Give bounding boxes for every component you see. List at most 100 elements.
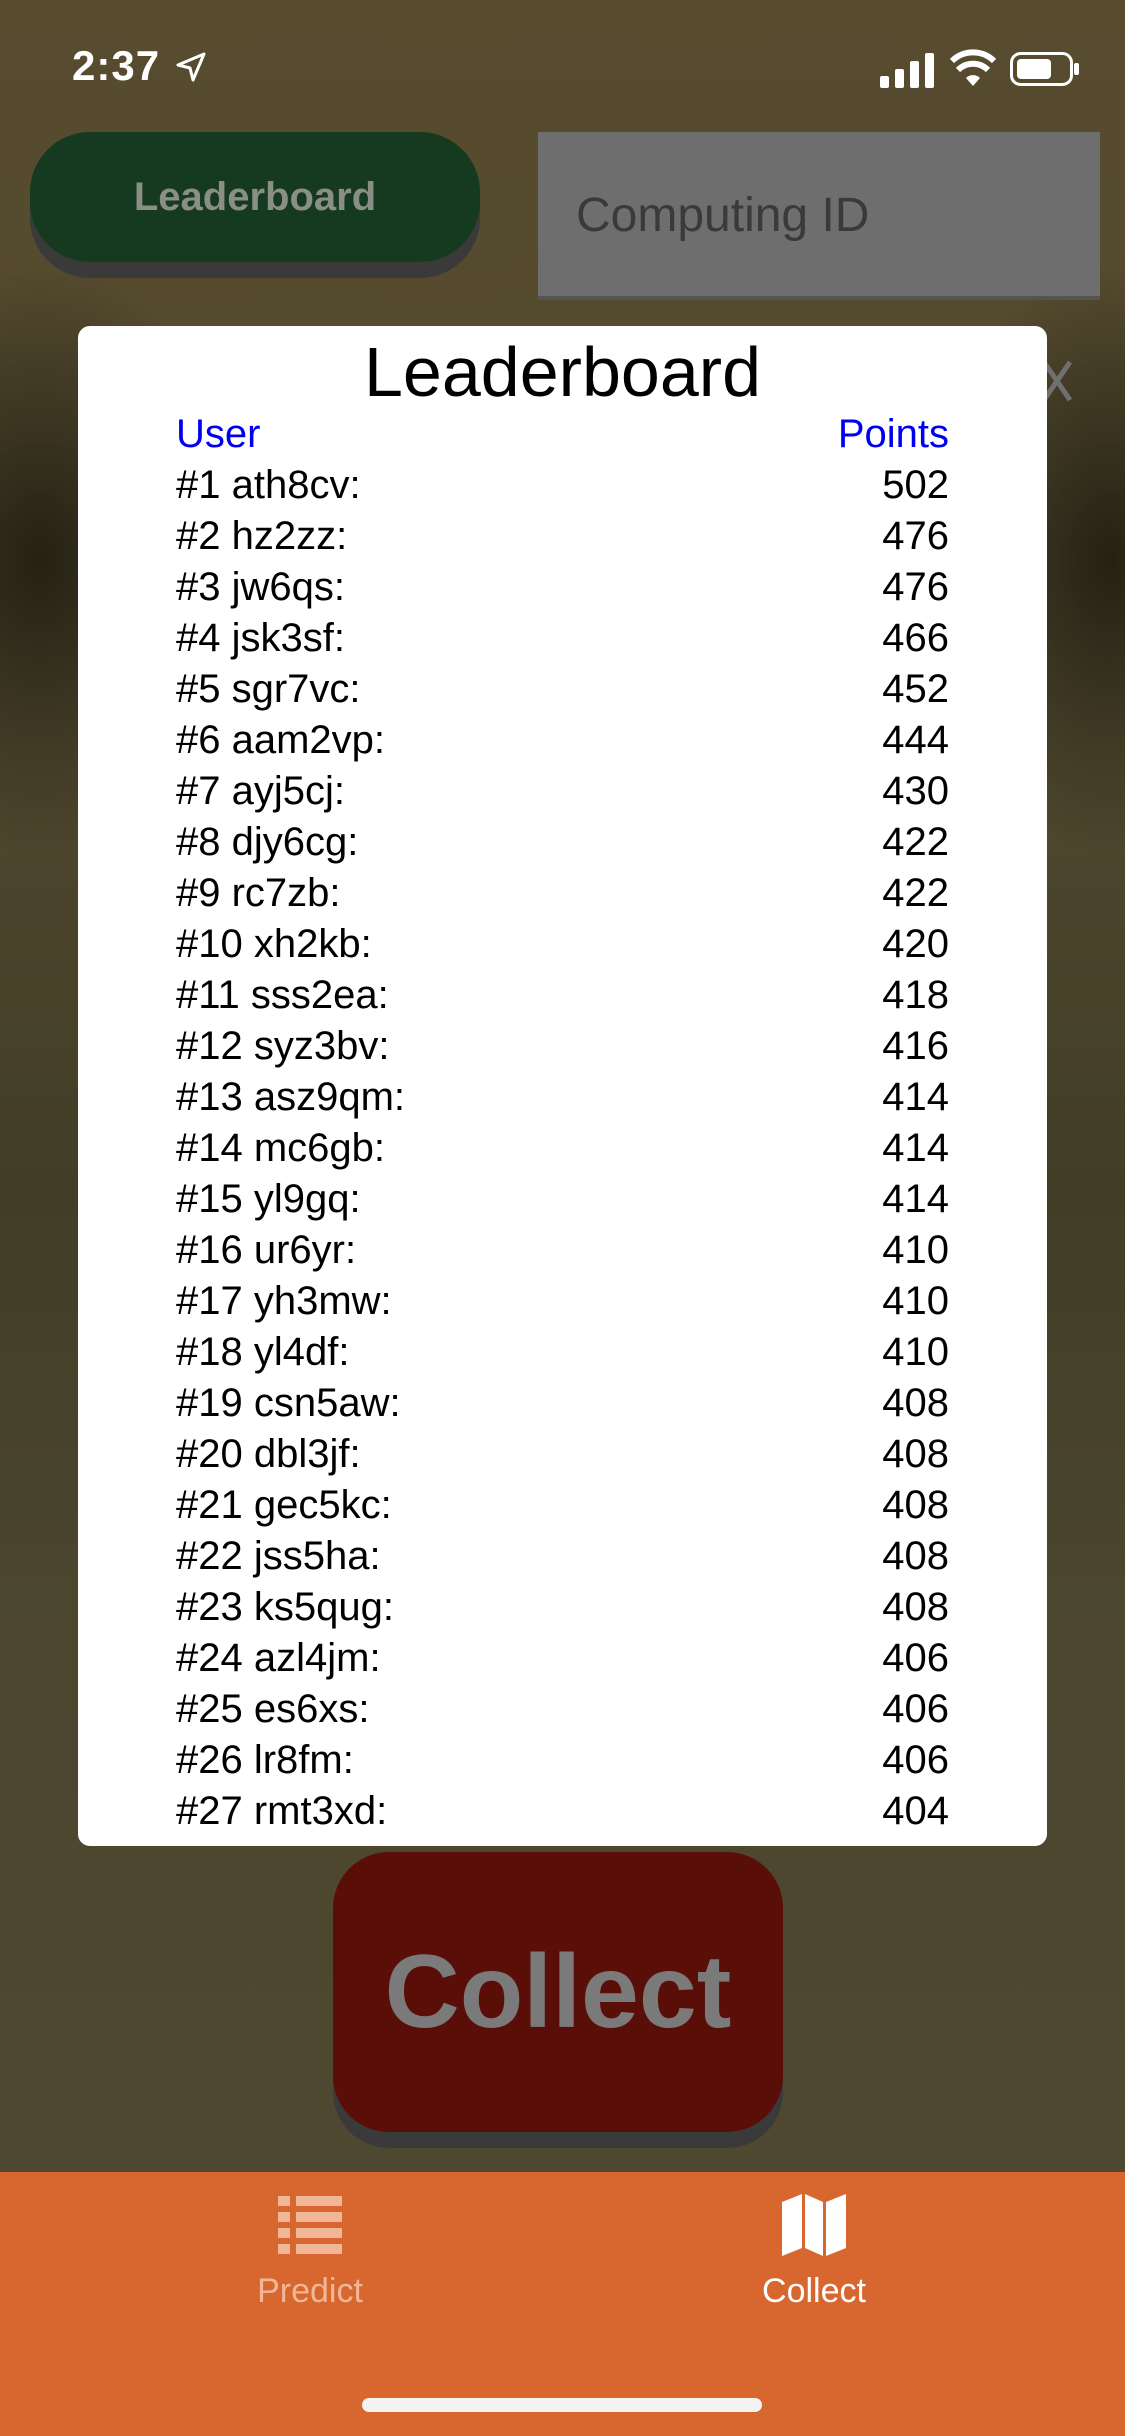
row-points: 406 — [882, 1636, 949, 1680]
points-column-header[interactable]: Points — [838, 412, 949, 457]
row-points: 406 — [882, 1738, 949, 1782]
row-user: #18 yl4df: — [176, 1330, 350, 1374]
row-user: #1 ath8cv: — [176, 463, 361, 507]
tab-predict[interactable]: Predict — [160, 2194, 460, 2314]
row-user: #23 ks5qug: — [176, 1585, 394, 1629]
row-points: 476 — [882, 514, 949, 558]
leaderboard-row: #1 ath8cv: 502 — [176, 460, 949, 511]
row-user: #16 ur6yr: — [176, 1228, 357, 1272]
leaderboard-row: #19 csn5aw: 408 — [176, 1378, 949, 1429]
status-time: 2:37 — [72, 42, 161, 89]
leaderboard-button[interactable]: Leaderboard — [30, 132, 480, 262]
row-points: 420 — [882, 922, 949, 966]
leaderboard-row: #2 hz2zz: 476 — [176, 511, 949, 562]
leaderboard-row: #14 mc6gb: 414 — [176, 1123, 949, 1174]
leaderboard-row: #5 sgr7vc: 452 — [176, 664, 949, 715]
leaderboard-row: #13 asz9qm: 414 — [176, 1072, 949, 1123]
leaderboard-row: #8 djy6cg: 422 — [176, 817, 949, 868]
row-user: #22 jss5ha: — [176, 1534, 381, 1578]
status-bar: 2:37 — [0, 0, 1125, 130]
row-points: 408 — [882, 1534, 949, 1578]
leaderboard-row: #21 gec5kc: 408 — [176, 1480, 949, 1531]
wifi-icon — [950, 49, 996, 86]
row-user: #11 sss2ea: — [176, 973, 389, 1017]
row-user: #15 yl9gq: — [176, 1177, 361, 1221]
leaderboard-row: #24 azl4jm: 406 — [176, 1633, 949, 1684]
row-user: #14 mc6gb: — [176, 1126, 386, 1170]
modal-title: Leaderboard — [364, 333, 761, 411]
row-user: #21 gec5kc: — [176, 1483, 392, 1527]
leaderboard-row: #18 yl4df: 410 — [176, 1327, 949, 1378]
row-user: #19 csn5aw: — [176, 1381, 401, 1425]
row-points: 502 — [882, 463, 949, 507]
row-user: #20 dbl3jf: — [176, 1432, 361, 1476]
row-user: #6 aam2vp: — [176, 718, 386, 762]
leaderboard-row: #26 lr8fm: 406 — [176, 1735, 949, 1786]
leaderboard-row: #16 ur6yr: 410 — [176, 1225, 949, 1276]
row-user: #7 ayj5cj: — [176, 769, 345, 813]
leaderboard-row: #9 rc7zb: 422 — [176, 868, 949, 919]
location-arrow-icon — [176, 52, 206, 82]
row-user: #8 djy6cg: — [176, 820, 359, 864]
row-points: 414 — [882, 1126, 949, 1170]
row-user: #27 rmt3xd: — [176, 1789, 388, 1833]
leaderboard-row: #17 yh3mw: 410 — [176, 1276, 949, 1327]
leaderboard-row: #3 jw6qs: 476 — [176, 562, 949, 613]
row-points: 406 — [882, 1687, 949, 1731]
leaderboard-row: #10 xh2kb: 420 — [176, 919, 949, 970]
row-points: 416 — [882, 1024, 949, 1068]
leaderboard-modal: Leaderboard User Points #1 ath8cv: 502 #2… — [78, 326, 1047, 1846]
map-icon — [782, 2194, 846, 2256]
leaderboard-row: #12 syz3bv: 416 — [176, 1021, 949, 1072]
home-indicator[interactable] — [362, 2398, 762, 2412]
list-icon — [278, 2196, 342, 2254]
battery-icon — [1010, 52, 1079, 86]
row-user: #2 hz2zz: — [176, 514, 348, 558]
row-user: #10 xh2kb: — [176, 922, 372, 966]
row-user: #25 es6xs: — [176, 1687, 370, 1731]
row-points: 404 — [882, 1789, 949, 1833]
row-points: 414 — [882, 1075, 949, 1119]
leaderboard-row: #7 ayj5cj: 430 — [176, 766, 949, 817]
row-points: 452 — [882, 667, 949, 711]
collect-button[interactable]: Collect — [333, 1852, 783, 2132]
tab-label: Predict — [257, 2272, 363, 2310]
row-user: #17 yh3mw: — [176, 1279, 392, 1323]
row-points: 422 — [882, 871, 949, 915]
row-user: #26 lr8fm: — [176, 1738, 354, 1782]
cellular-signal-icon — [880, 53, 934, 88]
leaderboard-row: #20 dbl3jf: 408 — [176, 1429, 949, 1480]
row-user: #13 asz9qm: — [176, 1075, 406, 1119]
tab-bar: Predict Collect — [0, 2172, 1125, 2436]
row-user: #5 sgr7vc: — [176, 667, 361, 711]
row-points: 410 — [882, 1330, 949, 1374]
leaderboard-row: #6 aam2vp: 444 — [176, 715, 949, 766]
leaderboard-list: #1 ath8cv: 502 #2 hz2zz: 476 #3 jw6qs: 476 … — [176, 460, 949, 1837]
row-points: 444 — [882, 718, 949, 762]
row-points: 410 — [882, 1279, 949, 1323]
row-points: 430 — [882, 769, 949, 813]
row-points: 408 — [882, 1381, 949, 1425]
row-points: 476 — [882, 565, 949, 609]
row-user: #4 jsk3sf: — [176, 616, 345, 660]
leaderboard-row: #4 jsk3sf: 466 — [176, 613, 949, 664]
row-points: 414 — [882, 1177, 949, 1221]
leaderboard-row: #27 rmt3xd: 404 — [176, 1786, 949, 1837]
leaderboard-row: #25 es6xs: 406 — [176, 1684, 949, 1735]
row-user: #3 jw6qs: — [176, 565, 345, 609]
row-user: #12 syz3bv: — [176, 1024, 390, 1068]
tab-label: Collect — [762, 2272, 866, 2310]
row-user: #9 rc7zb: — [176, 871, 341, 915]
row-points: 408 — [882, 1585, 949, 1629]
tab-collect[interactable]: Collect — [664, 2194, 964, 2314]
row-points: 410 — [882, 1228, 949, 1272]
leaderboard-row: #23 ks5qug: 408 — [176, 1582, 949, 1633]
leaderboard-row: #15 yl9gq: 414 — [176, 1174, 949, 1225]
user-column-header[interactable]: User — [176, 412, 260, 457]
row-points: 466 — [882, 616, 949, 660]
row-points: 408 — [882, 1432, 949, 1476]
row-user: #24 azl4jm: — [176, 1636, 381, 1680]
leaderboard-row: #22 jss5ha: 408 — [176, 1531, 949, 1582]
computing-id-input[interactable]: Computing ID — [538, 132, 1100, 300]
leaderboard-row: #11 sss2ea: 418 — [176, 970, 949, 1021]
